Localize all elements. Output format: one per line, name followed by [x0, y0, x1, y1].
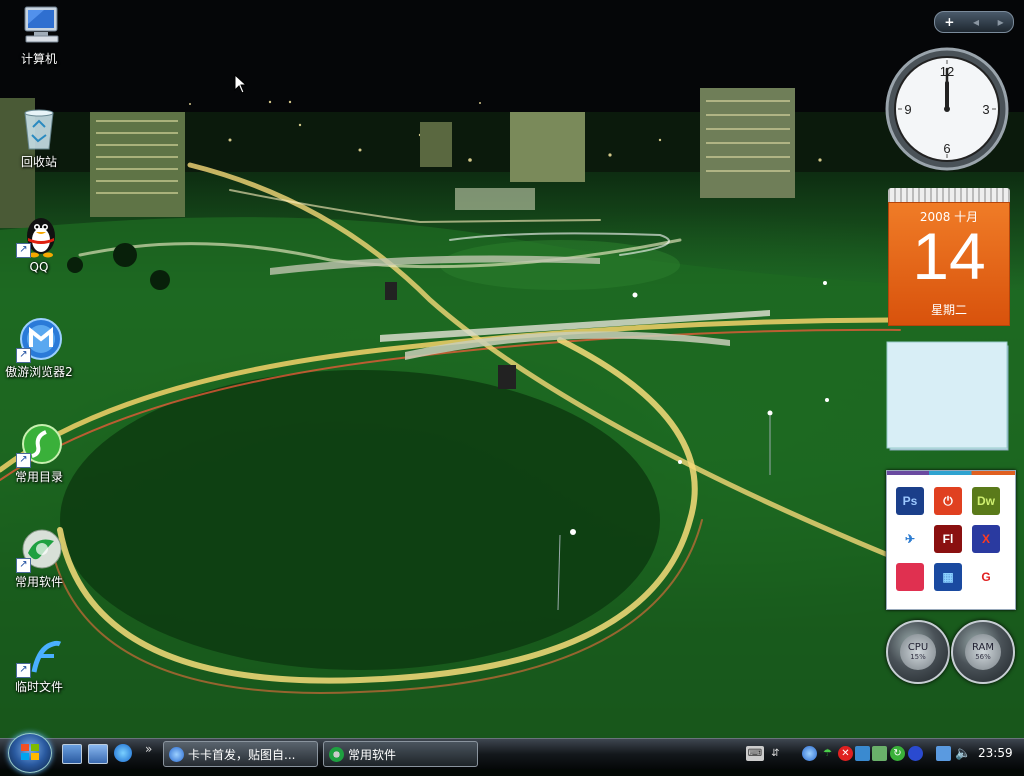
green-swirl-icon: [329, 747, 344, 762]
maxthon-tray-icon[interactable]: [802, 746, 817, 761]
flash-pro-icon[interactable]: Fl: [934, 525, 962, 553]
calendar-page: 2008 十月 14 星期二: [888, 202, 1010, 326]
flash-icon: ↗: [16, 632, 62, 678]
meter-value: 15%: [910, 653, 926, 661]
display-icon[interactable]: [936, 746, 951, 761]
launcher-grid: Ps ⏻ Dw ✈ Fl X ▦ G: [887, 475, 1015, 605]
computer-icon: [16, 4, 62, 50]
desktop-icon-common-folder[interactable]: ↗ 常用目录: [1, 422, 77, 485]
network-icon[interactable]: [855, 746, 870, 761]
green-folder-icon: ↗: [16, 422, 62, 468]
desktop-icon-label: 常用目录: [14, 470, 63, 484]
windows-logo-icon: [21, 744, 39, 760]
quick-launch-more-button[interactable]: »: [145, 742, 152, 756]
sync-icon[interactable]: ↻: [890, 746, 905, 761]
clock-numeral: 9: [904, 102, 911, 117]
desktop-wallpaper: [0, 0, 1024, 738]
taskbar-button-browser[interactable]: 卡卡首发，贴图自...: [163, 741, 318, 767]
umbrella-icon[interactable]: ☂: [820, 746, 835, 761]
meter-name: RAM: [971, 642, 994, 653]
language-bar-icon[interactable]: ⇵: [768, 746, 783, 761]
taskbar-clock[interactable]: 23:59: [978, 746, 1013, 760]
film-icon[interactable]: ▦: [934, 563, 962, 591]
device-icon[interactable]: [872, 746, 887, 761]
shortcut-arrow-icon: ↗: [16, 348, 31, 363]
desktop-icon-common-software[interactable]: ↗ 常用软件: [1, 527, 77, 590]
qq-penguin-icon: ↗: [16, 212, 62, 258]
taskbar: » 卡卡首发，贴图自... 常用软件 ⌨ ⇵ ☂ ✕ ↻ 🔈 23:59: [0, 733, 1024, 773]
desktop-icon-qq[interactable]: ↗ QQ: [1, 212, 77, 275]
internet-explorer-icon[interactable]: [114, 744, 132, 762]
app-launcher-gadget: Ps ⏻ Dw ✈ Fl X ▦ G: [886, 470, 1016, 610]
calendar-binding: [888, 188, 1010, 202]
sidebar-controls: + ◂ ▸: [934, 11, 1014, 33]
quick-launch-bar: [62, 744, 132, 764]
desktop-icon-label: 计算机: [20, 52, 57, 66]
desktop-icon-label: QQ: [29, 260, 49, 274]
show-desktop-icon[interactable]: [62, 744, 82, 764]
mouse-cursor-icon: [234, 74, 248, 94]
cpu-meter-gadget[interactable]: CPU 15%: [886, 620, 950, 684]
x-app-icon[interactable]: X: [972, 525, 1000, 553]
photoshop-icon[interactable]: Ps: [896, 487, 924, 515]
desktop-icon-recycle-bin[interactable]: 回收站: [1, 107, 77, 170]
add-gadget-button[interactable]: +: [944, 15, 954, 29]
volume-icon[interactable]: 🔈: [955, 746, 971, 761]
keyboard-icon[interactable]: ⌨: [746, 746, 764, 761]
shortcut-arrow-icon: ↗: [16, 453, 31, 468]
dreamweaver-icon[interactable]: Dw: [972, 487, 1000, 515]
meter-value: 56%: [975, 653, 991, 661]
red-card-icon[interactable]: [896, 563, 924, 591]
desktop-icon-label: 傲游浏览器2: [5, 365, 73, 379]
calendar-day: 14: [912, 219, 986, 293]
start-button[interactable]: [8, 733, 52, 773]
antivirus-icon[interactable]: [908, 746, 923, 761]
previous-page-button[interactable]: ◂: [973, 15, 979, 29]
notes-gadget[interactable]: [886, 340, 1010, 452]
taskbar-button-label: 常用软件: [348, 748, 397, 762]
taskbar-button-label: 卡卡首发，贴图自...: [188, 748, 296, 762]
g-app-icon[interactable]: G: [972, 563, 1000, 591]
meter-name: CPU: [907, 642, 929, 653]
clock-gadget[interactable]: 12 3 6 9: [885, 47, 1009, 171]
shortcut-arrow-icon: ↗: [16, 663, 31, 678]
desktop-icon-label: 常用软件: [14, 575, 63, 589]
calendar-gadget[interactable]: 2008 十月 14 星期二: [888, 188, 1010, 326]
next-page-button[interactable]: ▸: [998, 15, 1004, 29]
desktop-icon-label: 回收站: [20, 155, 57, 169]
clock-numeral: 6: [943, 141, 950, 156]
ram-meter-gadget[interactable]: RAM 56%: [951, 620, 1015, 684]
bird-app-icon[interactable]: ✈: [896, 525, 924, 553]
shortcut-arrow-icon: ↗: [16, 243, 31, 258]
desktop-icon-maxthon[interactable]: ↗ 傲游浏览器2: [1, 317, 77, 380]
recycle-bin-icon: [16, 107, 62, 153]
taskbar-button-common-software[interactable]: 常用软件: [323, 741, 478, 767]
shortcut-arrow-icon: ↗: [16, 558, 31, 573]
power-icon[interactable]: ⏻: [934, 487, 962, 515]
clock-numeral: 3: [982, 102, 989, 117]
maxthon-browser-icon: [169, 747, 184, 762]
desktop-icon-temp-files[interactable]: ↗ 临时文件: [1, 632, 77, 695]
desktop-icon-computer[interactable]: 计算机: [1, 4, 77, 67]
desktop-icon-label: 临时文件: [14, 680, 63, 694]
green-swirl-icon: ↗: [16, 527, 62, 573]
maxthon-browser-icon: ↗: [16, 317, 62, 363]
security-alert-icon[interactable]: ✕: [838, 746, 853, 761]
switch-windows-icon[interactable]: [88, 744, 108, 764]
